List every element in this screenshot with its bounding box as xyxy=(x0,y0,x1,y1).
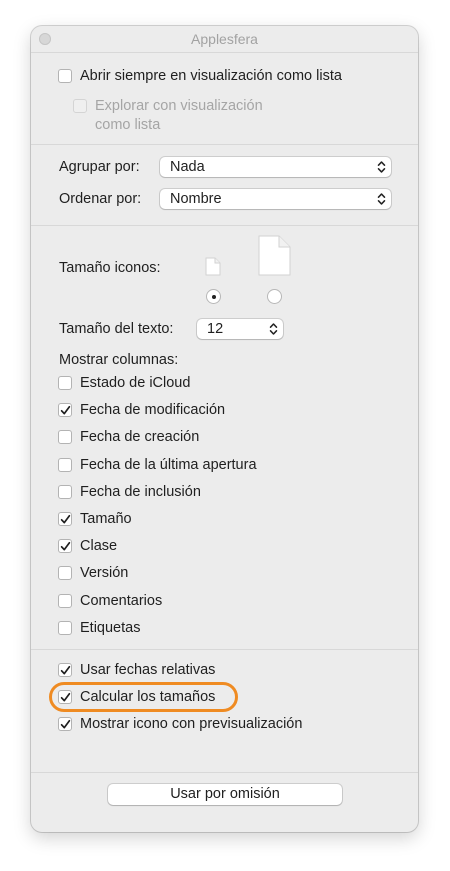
display-option[interactable]: Usar fechas relativas xyxy=(58,662,215,678)
chevron-up-down-icon xyxy=(377,161,386,173)
column-option-label: Fecha de modificación xyxy=(80,402,226,419)
column-option[interactable]: Clase xyxy=(58,538,117,554)
column-option-label: Fecha de creación xyxy=(80,429,200,446)
window-titlebar: Applesfera xyxy=(31,26,418,52)
checkmark-icon xyxy=(60,665,70,674)
column-option[interactable]: Fecha de la última apertura xyxy=(58,457,257,473)
large-document-icon xyxy=(258,235,291,276)
column-option-label: Comentarios xyxy=(80,592,163,609)
column-option-label: Fecha de inclusión xyxy=(80,483,201,500)
sort-by-value: Nombre xyxy=(170,191,222,207)
column-option-label: Clase xyxy=(80,538,118,555)
checkbox[interactable] xyxy=(58,539,72,554)
checkmark-icon xyxy=(60,514,70,523)
checkbox[interactable] xyxy=(58,663,72,677)
column-option[interactable]: Fecha de modificación xyxy=(58,402,225,418)
icon-size-label: Tamaño iconos: xyxy=(59,260,161,276)
checkbox[interactable] xyxy=(58,593,72,608)
text-size-label: Tamaño del texto: xyxy=(59,321,174,337)
divider xyxy=(31,649,418,650)
browse-list-checkbox[interactable] xyxy=(73,99,87,113)
column-option-label: Versión xyxy=(80,565,129,582)
browse-list-option[interactable]: Explorar con visualización como lista xyxy=(73,97,263,135)
column-option-label: Estado de iCloud xyxy=(80,375,191,391)
column-option[interactable]: Etiquetas xyxy=(58,620,140,636)
column-option[interactable]: Fecha de inclusión xyxy=(58,484,201,500)
large-icon-radio[interactable] xyxy=(267,289,282,304)
use-defaults-button[interactable]: Usar por omisión xyxy=(108,784,342,805)
display-option-label: Mostrar icono con previsualización xyxy=(80,716,303,733)
highlight-annotation xyxy=(49,682,238,712)
group-by-label: Agrupar por: xyxy=(59,159,140,175)
checkmark-icon xyxy=(60,405,70,415)
sort-by-popup[interactable]: Nombre xyxy=(160,189,391,209)
checkbox[interactable] xyxy=(58,484,72,499)
chevron-up-down-icon xyxy=(377,193,386,205)
view-options-window: Applesfera Abrir siempre en visualizació… xyxy=(31,26,418,832)
group-by-value: Nada xyxy=(170,159,205,175)
checkbox[interactable] xyxy=(58,620,72,635)
column-option[interactable]: Versión xyxy=(58,565,128,581)
chevron-up-down-icon xyxy=(269,323,278,335)
always-open-list-label: Abrir siempre en visualización como list… xyxy=(80,68,342,84)
always-open-list-option[interactable]: Abrir siempre en visualización como list… xyxy=(58,68,342,84)
column-option-label: Fecha de la última apertura xyxy=(80,456,257,473)
window-title: Applesfera xyxy=(191,31,258,47)
divider xyxy=(31,144,418,145)
always-open-list-checkbox[interactable] xyxy=(58,69,72,83)
text-size-value: 12 xyxy=(207,321,224,337)
column-option[interactable]: Fecha de creación xyxy=(58,429,199,445)
display-option[interactable]: Mostrar icono con previsualización xyxy=(58,716,302,732)
divider xyxy=(31,225,418,226)
text-size-popup[interactable]: 12 xyxy=(197,319,283,339)
small-icon-radio[interactable] xyxy=(206,289,221,304)
group-by-popup[interactable]: Nada xyxy=(160,157,391,177)
column-option-label: Tamaño xyxy=(80,511,132,527)
checkbox[interactable] xyxy=(58,717,72,732)
checkbox[interactable] xyxy=(58,457,72,472)
checkmark-icon xyxy=(60,541,70,551)
column-option-label: Etiquetas xyxy=(80,619,141,636)
column-option[interactable]: Comentarios xyxy=(58,593,162,609)
checkbox[interactable] xyxy=(58,566,72,581)
checkbox[interactable] xyxy=(58,376,72,390)
browse-list-label-line2: como lista xyxy=(95,117,161,133)
checkbox[interactable] xyxy=(58,512,72,526)
checkbox[interactable] xyxy=(58,403,72,418)
column-option[interactable]: Estado de iCloud xyxy=(58,375,190,391)
small-document-icon xyxy=(205,257,221,276)
checkbox[interactable] xyxy=(58,430,72,445)
column-option[interactable]: Tamaño xyxy=(58,511,132,527)
close-window-button[interactable] xyxy=(39,33,51,45)
sort-by-label: Ordenar por: xyxy=(59,191,142,207)
browse-list-label: Explorar con visualización como lista xyxy=(95,97,263,135)
browse-list-label-line1: Explorar con visualización xyxy=(95,98,263,114)
display-option-label: Usar fechas relativas xyxy=(80,662,216,678)
divider xyxy=(31,52,418,53)
show-columns-label: Mostrar columnas: xyxy=(59,352,179,368)
checkmark-icon xyxy=(60,719,70,729)
divider xyxy=(31,772,418,773)
